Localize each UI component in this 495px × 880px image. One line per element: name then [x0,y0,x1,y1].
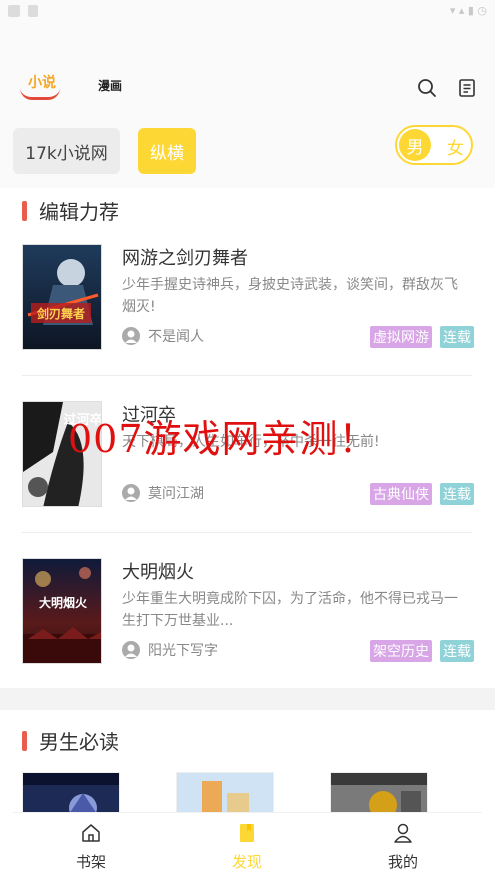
user-icon [394,823,412,843]
cover-title: 过河卒 [63,412,102,428]
status-indicators: ▾ ▴ ▮ ◷ [449,4,487,17]
book-cover: 过河卒 [22,401,102,507]
tab-active-indicator [20,88,60,100]
section-editor-picks: 编辑力荐 [22,196,119,225]
history-icon[interactable] [457,78,477,98]
book-title[interactable]: 大明烟火 [122,558,194,584]
source-zongheng-button[interactable]: 纵横 [138,128,196,174]
book-tags: 古典仙侠 连载 [362,483,474,505]
search-icon[interactable] [417,78,437,98]
section-title: 男生必读 [39,730,119,754]
nav-discover-label: 发现 [231,853,262,871]
book-item[interactable]: 大明烟火 大明烟火 少年重生大明竟成阶下囚，为了活命，他不得已戎马一生打下万世基… [22,558,474,666]
nav-profile[interactable]: 我的 [363,823,443,872]
book-author: 莫问江湖 [122,483,204,503]
author-avatar-icon [122,327,140,345]
status-bar: ▾ ▴ ▮ ◷ [0,0,495,22]
top-bar: 小说 漫画 [0,22,495,110]
status-tag: 连载 [440,640,474,662]
discover-book-icon [240,824,254,842]
status-tag: 连载 [440,483,474,505]
section-marker [22,730,27,751]
book-tags: 虚拟网游 连载 [362,326,474,348]
section-male-must-read: 男生必读 [22,726,119,755]
bottom-nav: 书架 发现 我的 [13,812,482,880]
section-marker [22,200,27,221]
tab-novel[interactable]: 小说 [18,72,66,104]
section-title: 编辑力荐 [39,200,119,224]
book-title[interactable]: 过河卒 [122,401,176,427]
source-selector: 17k小说网 纵横 男 女 [0,110,495,188]
section-separator [0,688,495,710]
author-name: 阳光下写字 [148,643,218,659]
gender-female-option[interactable]: 女 [447,134,464,159]
book-cover: 剑刃舞者 [22,244,102,350]
author-avatar-icon [122,641,140,659]
author-name: 不是闻人 [148,329,204,345]
gender-toggle[interactable]: 男 女 [395,125,473,165]
divider [22,375,472,376]
home-icon [82,824,100,842]
nav-profile-label: 我的 [387,853,418,871]
status-icon [28,5,38,17]
book-cover: 大明烟火 [22,558,102,664]
author-name: 莫问江湖 [148,486,204,502]
status-icon [8,5,20,17]
divider [22,532,472,533]
book-tags: 架空历史 连载 [362,640,474,662]
cover-title: 剑刃舞者 [36,306,85,321]
cover-title: 大明烟火 [39,595,88,610]
genre-tag: 古典仙侠 [370,483,432,505]
book-author: 阳光下写字 [122,640,218,660]
book-description: 天下棋局，人生如车行，卒中杀一往无前! [122,434,380,450]
tab-comic[interactable]: 漫画 [98,77,122,94]
nav-discover[interactable]: 发现 [207,823,287,872]
book-description: 少年重生大明竟成阶下囚，为了活命，他不得已戎马一生打下万世基业... [122,591,458,629]
genre-tag: 虚拟网游 [370,326,432,348]
source-17k-button[interactable]: 17k小说网 [13,128,120,174]
book-author: 不是闻人 [122,326,204,346]
book-item[interactable]: 过河卒 过河卒 天下棋局，人生如车行，卒中杀一往无前! 莫问江湖 古典仙侠 连载 [22,401,474,509]
gender-male-option[interactable]: 男 [399,129,431,161]
nav-bookshelf[interactable]: 书架 [51,823,131,872]
status-tag: 连载 [440,326,474,348]
author-avatar-icon [122,484,140,502]
genre-tag: 架空历史 [370,640,432,662]
nav-bookshelf-label: 书架 [75,853,106,871]
book-item[interactable]: 剑刃舞者 网游之剑刃舞者 少年手握史诗神兵，身披史诗武装，谈笑间，群敌灰飞烟灭!… [22,244,474,352]
book-title[interactable]: 网游之剑刃舞者 [122,244,248,270]
book-description: 少年手握史诗神兵，身披史诗武装，谈笑间，群敌灰飞烟灭! [122,277,458,315]
